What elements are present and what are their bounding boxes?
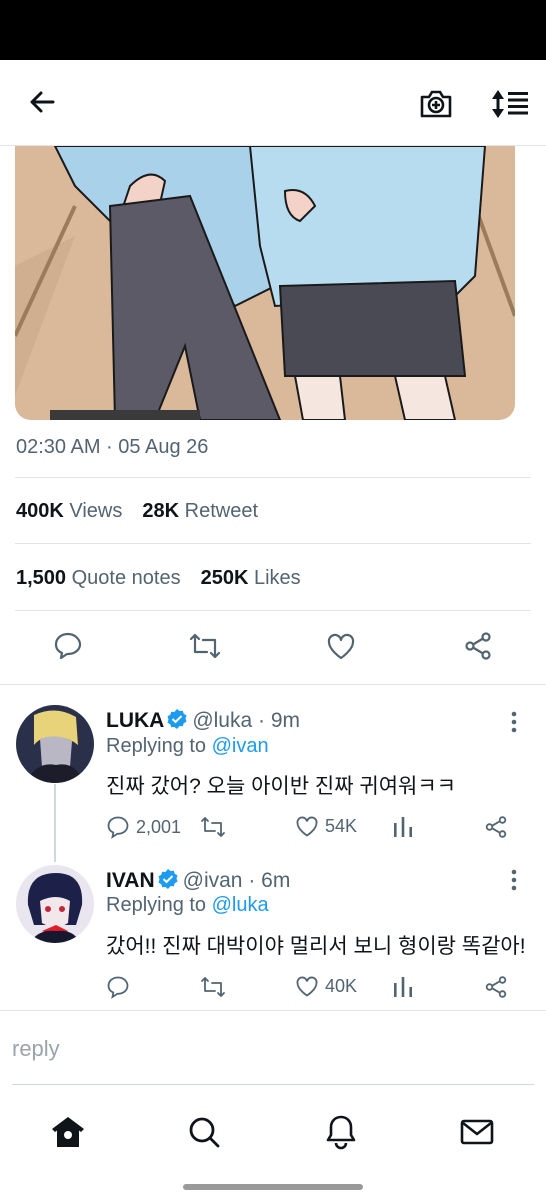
likes-count[interactable]: 250K [201, 567, 249, 589]
heart-icon [296, 816, 318, 837]
reply-author-name[interactable]: LUKA [106, 709, 164, 732]
reply-text: 진짜 갔어? 오늘 아이반 진짜 귀여워ㅋㅋ [106, 775, 456, 798]
reply-like-action[interactable]: 54K [295, 815, 357, 837]
arrow-left-icon[interactable] [22, 82, 62, 122]
status-bar [0, 0, 546, 60]
bottom-nav [0, 1090, 546, 1176]
avatar-ivan[interactable] [16, 865, 94, 943]
search-icon[interactable] [184, 1112, 224, 1152]
verified-badge-icon [157, 868, 179, 896]
replying-to-link[interactable]: @luka [212, 894, 269, 916]
reply-header: LUKA @luka · 9m [106, 708, 300, 736]
heart-icon[interactable] [323, 628, 359, 664]
reply-share-action[interactable] [484, 975, 508, 999]
likes-label: Likes [253, 567, 301, 589]
analytics-icon [394, 977, 412, 997]
more-options-icon[interactable] [506, 868, 522, 892]
comment-icon [107, 816, 129, 839]
reply-like-count: 40K [325, 975, 358, 996]
avatar-luka[interactable] [16, 705, 94, 783]
reply-input[interactable]: reply [12, 1036, 60, 1062]
divider [15, 477, 531, 478]
stats-row-views: 400K Views 28K Retweet [16, 500, 258, 523]
reply-handle[interactable]: @luka [192, 709, 252, 732]
reply-time: · 6m [248, 869, 291, 892]
reply-comment-count: 2,001 [136, 816, 182, 837]
replying-to: Replying to @ivan [106, 735, 269, 758]
reply-input-underline [12, 1084, 534, 1085]
analytics-icon [394, 817, 412, 837]
quote-count[interactable]: 1,500 [16, 567, 66, 589]
divider [15, 543, 531, 544]
share-icon [485, 816, 507, 838]
thread-line [54, 784, 56, 862]
heart-icon [296, 976, 318, 997]
more-options-icon[interactable] [506, 710, 522, 734]
share-icon[interactable] [460, 628, 496, 664]
replying-prefix: Replying to [106, 894, 207, 916]
stats-row-likes: 1,500 Quote notes 250K Likes [16, 567, 301, 590]
reply-comment-action[interactable]: 2,001 [106, 815, 181, 839]
reply-share-action[interactable] [484, 815, 508, 839]
reply-handle[interactable]: @ivan [183, 869, 243, 892]
camera-plus-icon[interactable] [414, 82, 458, 126]
replying-to: Replying to @luka [106, 894, 269, 917]
comment-icon [107, 976, 129, 999]
reply-retweet-action[interactable] [200, 975, 232, 999]
retweet-label: Retweet [184, 500, 259, 522]
divider [15, 610, 531, 611]
reply-header: IVAN @ivan · 6m [106, 868, 290, 896]
reply-time: · 9m [258, 709, 301, 732]
quote-label: Quote notes [71, 567, 181, 589]
retweet-icon [201, 977, 225, 997]
reply-retweet-action[interactable] [200, 815, 232, 839]
replying-prefix: Replying to [106, 735, 207, 757]
home-indicator [183, 1184, 363, 1190]
retweet-icon[interactable] [187, 628, 223, 664]
reply-like-count: 54K [325, 815, 358, 836]
reply-comment-action[interactable] [106, 975, 136, 999]
verified-badge-icon [166, 708, 188, 736]
post-image[interactable] [15, 146, 515, 420]
post-timestamp: 02:30 AM · 05 Aug 26 [16, 436, 209, 458]
reply-analytics-action[interactable] [392, 815, 414, 839]
views-label: Views [69, 500, 123, 522]
home-icon[interactable] [48, 1112, 88, 1152]
composer-divider [0, 1010, 546, 1011]
sort-list-icon[interactable] [486, 82, 534, 126]
reply-analytics-action[interactable] [392, 975, 414, 999]
section-divider [0, 684, 546, 685]
retweet-count[interactable]: 28K [142, 500, 179, 522]
top-bar [0, 60, 546, 146]
reply-text: 갔어!! 진짜 대박이야 멀리서 보니 형이랑 똑같아! [106, 935, 526, 958]
mail-icon[interactable] [457, 1112, 497, 1152]
retweet-icon [201, 817, 225, 837]
replying-to-link[interactable]: @ivan [212, 735, 269, 757]
bell-icon[interactable] [321, 1112, 361, 1152]
reply-author-name[interactable]: IVAN [106, 869, 155, 892]
share-icon [485, 976, 507, 998]
views-count[interactable]: 400K [16, 500, 64, 522]
reply-like-action[interactable]: 40K [295, 975, 357, 997]
comment-icon[interactable] [50, 628, 86, 664]
